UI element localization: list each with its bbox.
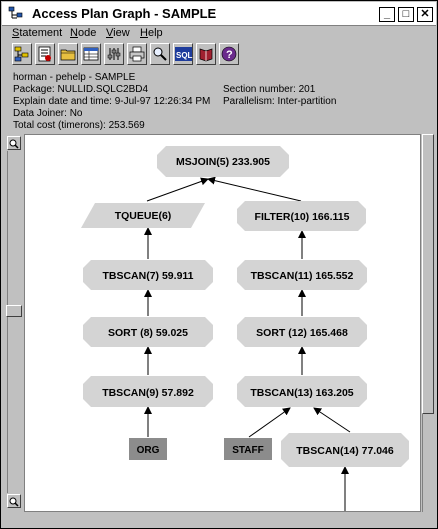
svg-text:TBSCAN(11) 165.552: TBSCAN(11) 165.552 xyxy=(251,270,354,282)
svg-text:ORG: ORG xyxy=(137,445,160,456)
node-tbscan7[interactable]: TBSCAN(7) 59.911 xyxy=(83,260,213,290)
svg-text:SQL: SQL xyxy=(176,51,193,60)
status-bar xyxy=(2,513,436,528)
svg-text:STAFF: STAFF xyxy=(232,445,263,456)
open-statement-icon xyxy=(14,46,29,62)
sql-icon: SQL xyxy=(175,47,193,61)
folder-icon xyxy=(60,49,76,61)
package-label: Package: NULLID.SQLC2BD4 xyxy=(13,84,149,95)
menu-help[interactable]: Help xyxy=(140,27,163,39)
menu-help-mnemonic: H xyxy=(140,27,148,39)
toolbar: SQL ? xyxy=(2,43,436,69)
menu-node-mnemonic: N xyxy=(70,27,78,39)
zoom-in-button[interactable] xyxy=(7,136,21,150)
edge-tbscan14-tbscan13 xyxy=(313,407,351,433)
minimize-button[interactable]: _ xyxy=(379,7,395,22)
menu-view-label: iew xyxy=(113,27,130,39)
vertical-scrollbar-thumb[interactable] xyxy=(422,134,434,414)
zoom-out-button[interactable] xyxy=(7,494,21,508)
statement-details-icon xyxy=(38,46,51,62)
open-statement-button[interactable] xyxy=(12,43,32,65)
parallelism-label: Parallelism: Inter-partition xyxy=(223,96,337,107)
menu-help-label: elp xyxy=(147,27,163,39)
menu-view[interactable]: View xyxy=(106,27,130,39)
access-plan-graph-window: Access Plan Graph - SAMPLE _ □ ✕ Stateme… xyxy=(0,0,438,529)
print-icon xyxy=(129,46,145,62)
close-button[interactable]: ✕ xyxy=(417,7,433,22)
folder-button[interactable] xyxy=(58,43,78,65)
user-database-label: horman - pehelp - SAMPLE xyxy=(13,72,136,83)
node-filter[interactable]: FILTER(10) 166.115 xyxy=(237,201,366,231)
menu-node[interactable]: Node xyxy=(70,27,96,39)
explain-date-label: Explain date and time: 9-Jul-97 12:26:34… xyxy=(13,96,211,107)
window-title: Access Plan Graph - SAMPLE xyxy=(32,6,217,21)
node-sort12[interactable]: SORT (12) 165.468 xyxy=(237,317,367,347)
menu-statement-label: tatement xyxy=(19,27,63,39)
access-plan-graph: MSJOIN(5) 233.905 TQUEUE(6) FILTER(10) 1… xyxy=(81,146,409,511)
zoom-slider-track[interactable] xyxy=(7,151,21,493)
svg-text:SORT (8) 59.025: SORT (8) 59.025 xyxy=(108,327,188,339)
svg-text:FILTER(10) 166.115: FILTER(10) 166.115 xyxy=(255,211,350,223)
node-tbscan13[interactable]: TBSCAN(13) 163.205 xyxy=(237,376,367,407)
node-tqueue[interactable]: TQUEUE(6) xyxy=(81,203,205,228)
zoom-in-icon xyxy=(9,139,19,149)
svg-text:TBSCAN(14) 77.046: TBSCAN(14) 77.046 xyxy=(296,445,394,457)
total-cost-label: Total cost (timerons): 253.569 xyxy=(13,120,145,131)
zoom-slider-thumb[interactable] xyxy=(6,305,22,317)
menu-bar: Statement Node View Help xyxy=(2,26,436,42)
svg-text:TBSCAN(7) 59.911: TBSCAN(7) 59.911 xyxy=(102,270,193,282)
book-icon xyxy=(199,48,213,62)
svg-text:SORT (12) 165.468: SORT (12) 165.468 xyxy=(256,327,348,339)
node-tbscan9[interactable]: TBSCAN(9) 57.892 xyxy=(83,376,213,407)
maximize-button[interactable]: □ xyxy=(398,7,414,22)
zoom-out-icon xyxy=(9,497,19,507)
access-plan-canvas[interactable]: MSJOIN(5) 233.905 TQUEUE(6) FILTER(10) 1… xyxy=(24,134,421,512)
node-tbscan14[interactable]: TBSCAN(14) 77.046 xyxy=(281,433,409,467)
app-icon[interactable] xyxy=(8,5,24,21)
svg-text:MSJOIN(5) 233.905: MSJOIN(5) 233.905 xyxy=(176,156,270,168)
help-icon: ? xyxy=(221,46,237,62)
settings-icon xyxy=(107,48,121,60)
menu-node-label: ode xyxy=(77,27,97,39)
book-button[interactable] xyxy=(196,43,216,65)
svg-text:TQUEUE(6): TQUEUE(6) xyxy=(115,210,172,222)
settings-button[interactable] xyxy=(104,43,124,65)
svg-text:TBSCAN(9) 57.892: TBSCAN(9) 57.892 xyxy=(102,387,194,399)
edge-tqueue-msjoin xyxy=(146,177,209,202)
print-button[interactable] xyxy=(127,43,147,65)
table-org[interactable]: ORG xyxy=(129,438,167,460)
sql-button[interactable]: SQL xyxy=(173,43,193,65)
statement-details-button[interactable] xyxy=(35,43,55,65)
zoom-icon xyxy=(153,47,167,61)
table-details-icon xyxy=(83,47,99,61)
data-joiner-label: Data Joiner: No xyxy=(13,108,83,119)
help-button[interactable]: ? xyxy=(219,43,239,65)
svg-text:?: ? xyxy=(226,49,233,61)
node-msjoin[interactable]: MSJOIN(5) 233.905 xyxy=(157,146,289,177)
node-tbscan11[interactable]: TBSCAN(11) 165.552 xyxy=(237,260,367,290)
node-sort8[interactable]: SORT (8) 59.025 xyxy=(83,317,213,347)
edge-filter-msjoin xyxy=(207,176,302,202)
table-details-button[interactable] xyxy=(81,43,101,65)
menu-statement[interactable]: Statement xyxy=(12,27,62,39)
zoom-button[interactable] xyxy=(150,43,170,65)
edge-staff-tbscan13 xyxy=(248,407,291,438)
section-number-label: Section number: 201 xyxy=(223,84,316,95)
table-staff[interactable]: STAFF xyxy=(224,438,272,460)
svg-text:TBSCAN(13) 163.205: TBSCAN(13) 163.205 xyxy=(250,387,353,399)
title-bar[interactable]: Access Plan Graph - SAMPLE _ □ ✕ xyxy=(2,2,436,26)
